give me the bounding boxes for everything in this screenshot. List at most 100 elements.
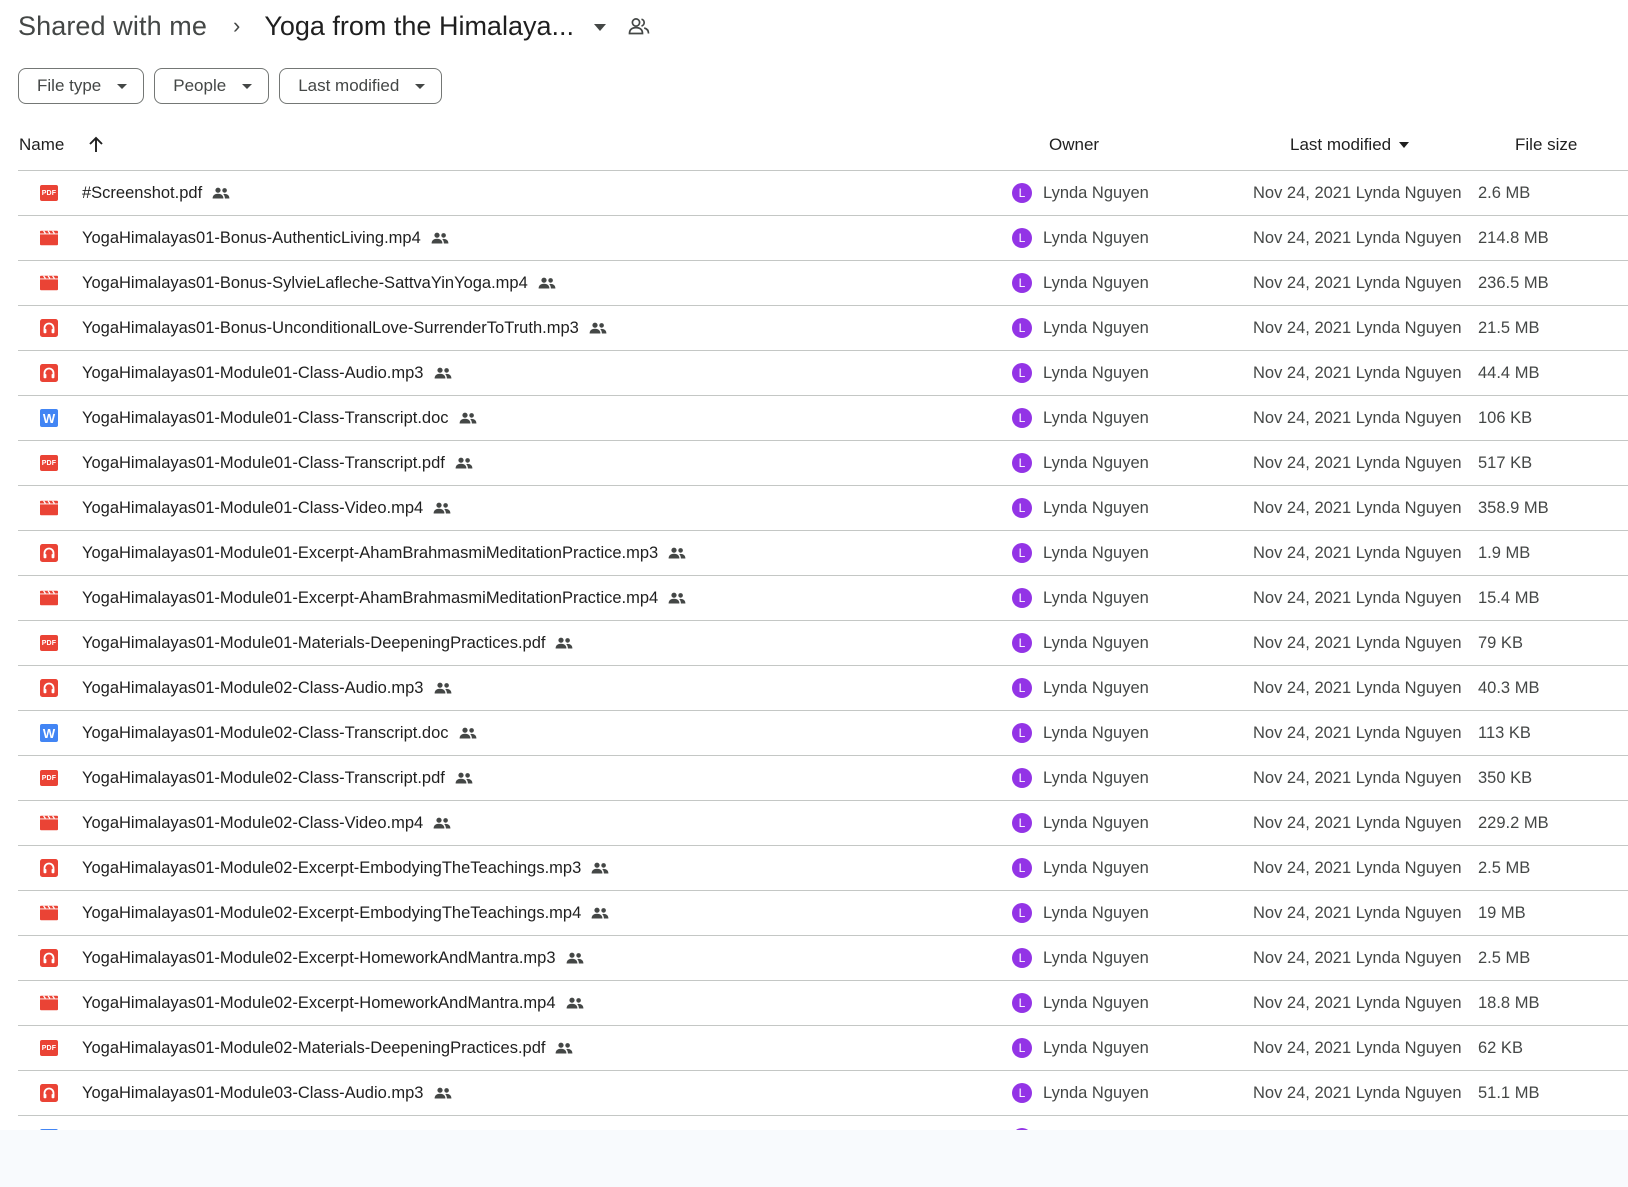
avatar[interactable]: L [1012,948,1032,968]
file-row[interactable]: YogaHimalayas01-Module02-Class-Video.mp4… [18,801,1628,846]
avatar[interactable]: L [1012,183,1032,203]
avatar[interactable]: L [1012,993,1032,1013]
file-name-cell[interactable]: YogaHimalayas01-Module02-Excerpt-Embodyi… [82,891,609,935]
avatar[interactable]: L [1012,318,1032,338]
file-name: YogaHimalayas01-Module01-Excerpt-AhamBra… [82,543,659,562]
file-row[interactable]: YogaHimalayas01-Bonus-UnconditionalLove-… [18,306,1628,351]
file-name-cell[interactable]: YogaHimalayas01-Module02-Excerpt-Homewor… [82,981,584,1025]
people-filter[interactable]: People [154,68,270,104]
breadcrumb-current-folder[interactable]: Yoga from the Himalaya... [264,11,574,42]
file-row[interactable]: YogaHimalayas01-Module02-Class-Audio.mp3… [18,666,1628,711]
file-row[interactable]: YogaHimalayas01-Module03-Class-Audio.mp3… [18,1071,1628,1116]
file-row[interactable]: YogaHimalayas01-Module01-Excerpt-AhamBra… [18,531,1628,576]
file-name-cell[interactable]: YogaHimalayas01-Module03-Class-Audio.mp3 [82,1071,452,1115]
shared-folder-people-icon[interactable] [628,17,650,35]
avatar[interactable]: L [1012,408,1032,428]
file-row[interactable]: YogaHimalayas01-Bonus-SylvieLafleche-Sat… [18,261,1628,306]
avatar[interactable]: L [1012,498,1032,518]
audio-icon [40,544,58,562]
avatar[interactable]: L [1012,273,1032,293]
file-name-cell[interactable]: YogaHimalayas01-Module02-Class-Audio.mp3 [82,666,452,710]
sort-direction-button[interactable] [88,120,104,170]
avatar[interactable]: L [1012,813,1032,833]
last-modified-filter[interactable]: Last modified [279,68,443,104]
owner-cell: L Lynda Nguyen [1012,351,1149,395]
file-name-cell[interactable]: YogaHimalayas01-Module01-Class-Transcrip… [82,441,473,485]
file-name-cell[interactable]: YogaHimalayas01-Module01-Class-Video.mp4 [82,486,451,530]
avatar[interactable]: L [1012,1038,1032,1058]
file-name: YogaHimalayas01-Module03-Class-Audio.mp3 [82,1083,424,1102]
last-modified-text: Nov 24, 2021 Lynda Nguyen [1253,498,1462,517]
avatar[interactable]: L [1012,543,1032,563]
file-name-cell[interactable]: YogaHimalayas01-Bonus-SylvieLafleche-Sat… [82,261,556,305]
file-row[interactable]: PDF YogaHimalayas01-Module02-Materials-De… [18,1026,1628,1071]
avatar[interactable]: L [1012,903,1032,923]
file-name-cell[interactable]: YogaHimalayas01-Module02-Class-Transcrip… [82,756,473,800]
file-name-cell[interactable]: YogaHimalayas01-Module02-Excerpt-Embodyi… [82,846,609,890]
file-name: YogaHimalayas01-Module02-Excerpt-Embodyi… [82,858,582,877]
owner-cell: L Lynda Nguyen [1012,711,1149,755]
avatar[interactable]: L [1012,768,1032,788]
last-modified-cell: Nov 24, 2021 Lynda Nguyen [1253,351,1462,395]
file-size-text: 1.9 MB [1478,543,1531,562]
owner-cell: L Lynda Nguyen [1012,441,1149,485]
file-row[interactable]: YogaHimalayas01-Module02-Excerpt-Homewor… [18,981,1628,1026]
file-name-cell[interactable]: YogaHimalayas01-Module01-Materials-Deepe… [82,621,573,665]
file-type-cell [40,216,58,260]
file-row[interactable]: W YogaHimalayas01-Module01-Class-Transcri… [18,396,1628,441]
file-row[interactable]: YogaHimalayas01-Module02-Excerpt-Embodyi… [18,846,1628,891]
file-name-cell[interactable]: YogaHimalayas01-Module01-Class-Audio.mp3 [82,351,452,395]
avatar[interactable]: L [1012,858,1032,878]
file-name-cell[interactable]: YogaHimalayas01-Module01-Class-Transcrip… [82,396,477,440]
file-name-cell[interactable]: YogaHimalayas01-Module02-Class-Transcrip… [82,711,477,755]
file-row[interactable]: PDF YogaHimalayas01-Module02-Class-Transc… [18,756,1628,801]
file-type-cell [40,891,58,935]
avatar[interactable]: L [1012,633,1032,653]
last-modified-cell: Nov 24, 2021 Lynda Nguyen [1253,171,1462,215]
file-row[interactable]: YogaHimalayas01-Bonus-AuthenticLiving.mp… [18,216,1628,261]
file-name-cell[interactable]: #Screenshot.pdf [82,171,230,215]
file-row[interactable]: YogaHimalayas01-Module01-Excerpt-AhamBra… [18,576,1628,621]
column-header-name[interactable]: Name [19,120,64,170]
avatar[interactable]: L [1012,453,1032,473]
owner-cell: L Lynda Nguyen [1012,306,1149,350]
file-name-cell[interactable]: YogaHimalayas01-Module01-Excerpt-AhamBra… [82,576,686,620]
shared-people-icon [566,997,584,1009]
file-name-cell[interactable]: YogaHimalayas01-Bonus-AuthenticLiving.mp… [82,216,449,260]
file-name-cell[interactable]: YogaHimalayas01-Module02-Materials-Deepe… [82,1026,573,1070]
last-modified-cell: Nov 24, 2021 Lynda Nguyen [1253,846,1462,890]
audio-icon [40,859,58,877]
file-row[interactable]: YogaHimalayas01-Module02-Excerpt-Embodyi… [18,891,1628,936]
file-row[interactable]: PDF #Screenshot.pdf L Lynda Nguyen Nov 24, 2… [18,171,1628,216]
file-row[interactable]: W YogaHimalayas01-Module02-Class-Transcri… [18,711,1628,756]
folder-menu-dropdown-icon[interactable] [593,24,606,31]
avatar[interactable]: L [1012,723,1032,743]
file-row[interactable]: YogaHimalayas01-Module02-Excerpt-Homewor… [18,936,1628,981]
file-name: YogaHimalayas01-Module01-Class-Transcrip… [82,408,449,427]
file-name-cell[interactable]: YogaHimalayas01-Module01-Excerpt-AhamBra… [82,531,686,575]
file-row[interactable]: PDF YogaHimalayas01-Module01-Materials-De… [18,621,1628,666]
column-header-last-modified[interactable]: Last modified [1290,120,1410,170]
avatar[interactable]: L [1012,1083,1032,1103]
avatar[interactable]: L [1012,588,1032,608]
breadcrumb-shared-with-me[interactable]: Shared with me [18,11,207,42]
file-name-cell[interactable]: YogaHimalayas01-Module02-Excerpt-Homewor… [82,936,584,980]
avatar[interactable]: L [1012,363,1032,383]
file-icon-wrap [40,859,58,877]
last-modified-text: Nov 24, 2021 Lynda Nguyen [1253,768,1462,787]
file-row[interactable]: PDF YogaHimalayas01-Module01-Class-Transc… [18,441,1628,486]
file-type-cell [40,576,58,620]
avatar[interactable]: L [1012,678,1032,698]
file-type-filter[interactable]: File type [18,68,145,104]
file-row[interactable]: YogaHimalayas01-Module01-Class-Video.mp4… [18,486,1628,531]
file-name-cell[interactable]: YogaHimalayas01-Bonus-UnconditionalLove-… [82,306,607,350]
file-name-cell[interactable]: YogaHimalayas01-Module02-Class-Video.mp4 [82,801,451,845]
avatar[interactable]: L [1012,228,1032,248]
file-type-cell [40,486,58,530]
last-modified-cell: Nov 24, 2021 Lynda Nguyen [1253,936,1462,980]
file-row[interactable]: YogaHimalayas01-Module01-Class-Audio.mp3… [18,351,1628,396]
owner-cell: L Lynda Nguyen [1012,396,1149,440]
file-type-cell [40,801,58,845]
file-size-text: 19 MB [1478,903,1526,922]
shared-people-icon [555,1042,573,1054]
